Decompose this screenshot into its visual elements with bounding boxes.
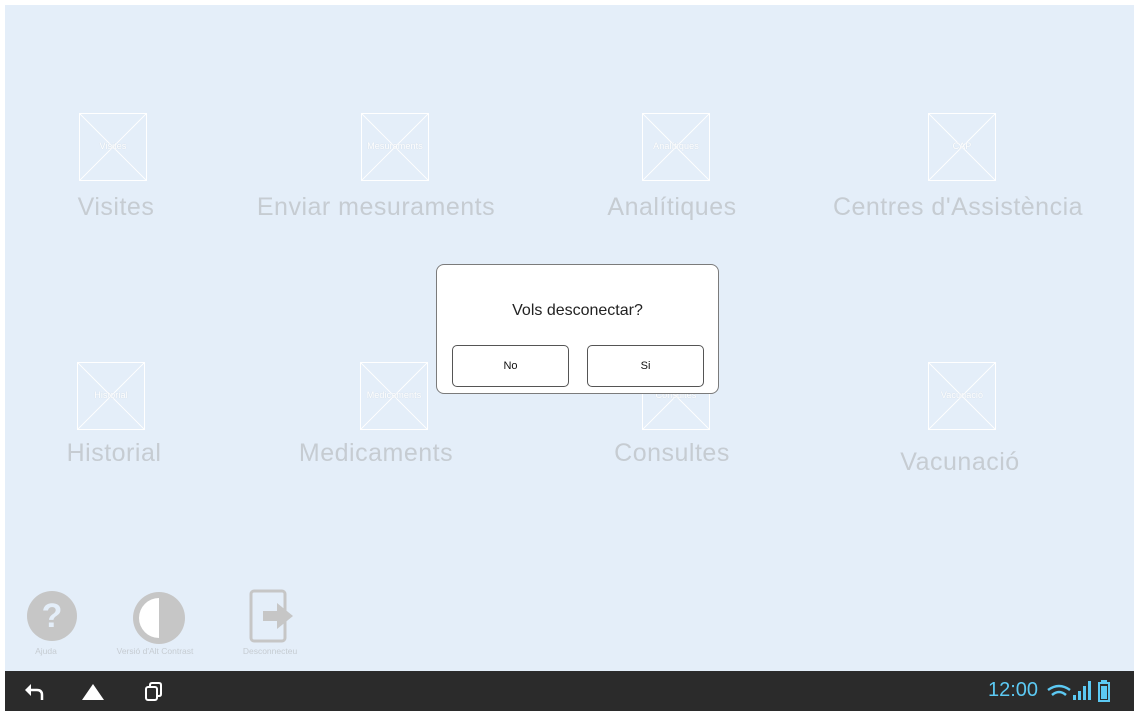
- clock: 12:00: [988, 679, 1039, 701]
- recent-apps-icon[interactable]: [144, 682, 162, 702]
- disconnect-label: Desconnecteu: [242, 646, 298, 656]
- help-label: Ajuda: [35, 646, 57, 656]
- tile-label-analitiques: Analítiques: [607, 193, 737, 221]
- tile-label-centres-assistencia: Centres d'Assistència: [832, 193, 1084, 221]
- signal-icon: [1073, 681, 1091, 700]
- app-screen: Visites Visites Mesuraments Enviar mesur…: [5, 5, 1134, 671]
- tile-label-consultes: Consultes: [614, 439, 730, 467]
- tile-label-medicaments: Medicaments: [298, 439, 454, 467]
- medicaments-placeholder-icon: Medicaments: [360, 362, 428, 430]
- dialog-title: Vols desconectar?: [512, 302, 643, 319]
- visites-placeholder-icon: Visites: [79, 113, 147, 181]
- medicaments-icon-text: Medicaments: [366, 390, 422, 400]
- tile-label-enviar-mesuraments: Enviar mesuraments: [256, 193, 496, 221]
- vacunacio-placeholder-icon: Vacunació: [928, 362, 996, 430]
- tile-label-historial: Historial: [66, 439, 162, 467]
- cap-placeholder-icon: CAP: [928, 113, 996, 181]
- visites-icon-text: Visites: [99, 141, 127, 151]
- disconnect-dialog: Vols desconectar? No Si: [436, 264, 719, 394]
- no-button[interactable]: No: [452, 345, 569, 387]
- yes-button[interactable]: Si: [587, 345, 704, 387]
- logout-icon: [249, 589, 293, 643]
- back-icon[interactable]: [23, 682, 45, 702]
- system-navigation-bar: 12:00: [5, 671, 1134, 711]
- historial-placeholder-icon: Historial: [77, 362, 145, 430]
- historial-icon-text: Historial: [94, 390, 128, 400]
- tile-label-vacunacio: Vacunació: [900, 448, 1020, 476]
- cap-icon-text: CAP: [952, 141, 972, 151]
- mesuraments-placeholder-icon: Mesuraments: [361, 113, 429, 181]
- home-icon[interactable]: [82, 684, 104, 700]
- contrast-label: Versió d'Alt Contrast: [116, 646, 194, 656]
- mesuraments-icon-text: Mesuraments: [367, 141, 423, 151]
- analitiques-placeholder-icon: Analítiques: [642, 113, 710, 181]
- tile-label-visites: Visites: [77, 193, 155, 221]
- contrast-icon: [133, 592, 185, 644]
- wifi-icon: [1047, 684, 1071, 696]
- vacunacio-icon-text: Vacunació: [940, 390, 984, 400]
- help-icon: ?: [27, 591, 77, 641]
- analitiques-icon-text: Analítiques: [653, 141, 699, 151]
- svg-text:?: ?: [42, 597, 63, 635]
- battery-icon: [1098, 680, 1110, 702]
